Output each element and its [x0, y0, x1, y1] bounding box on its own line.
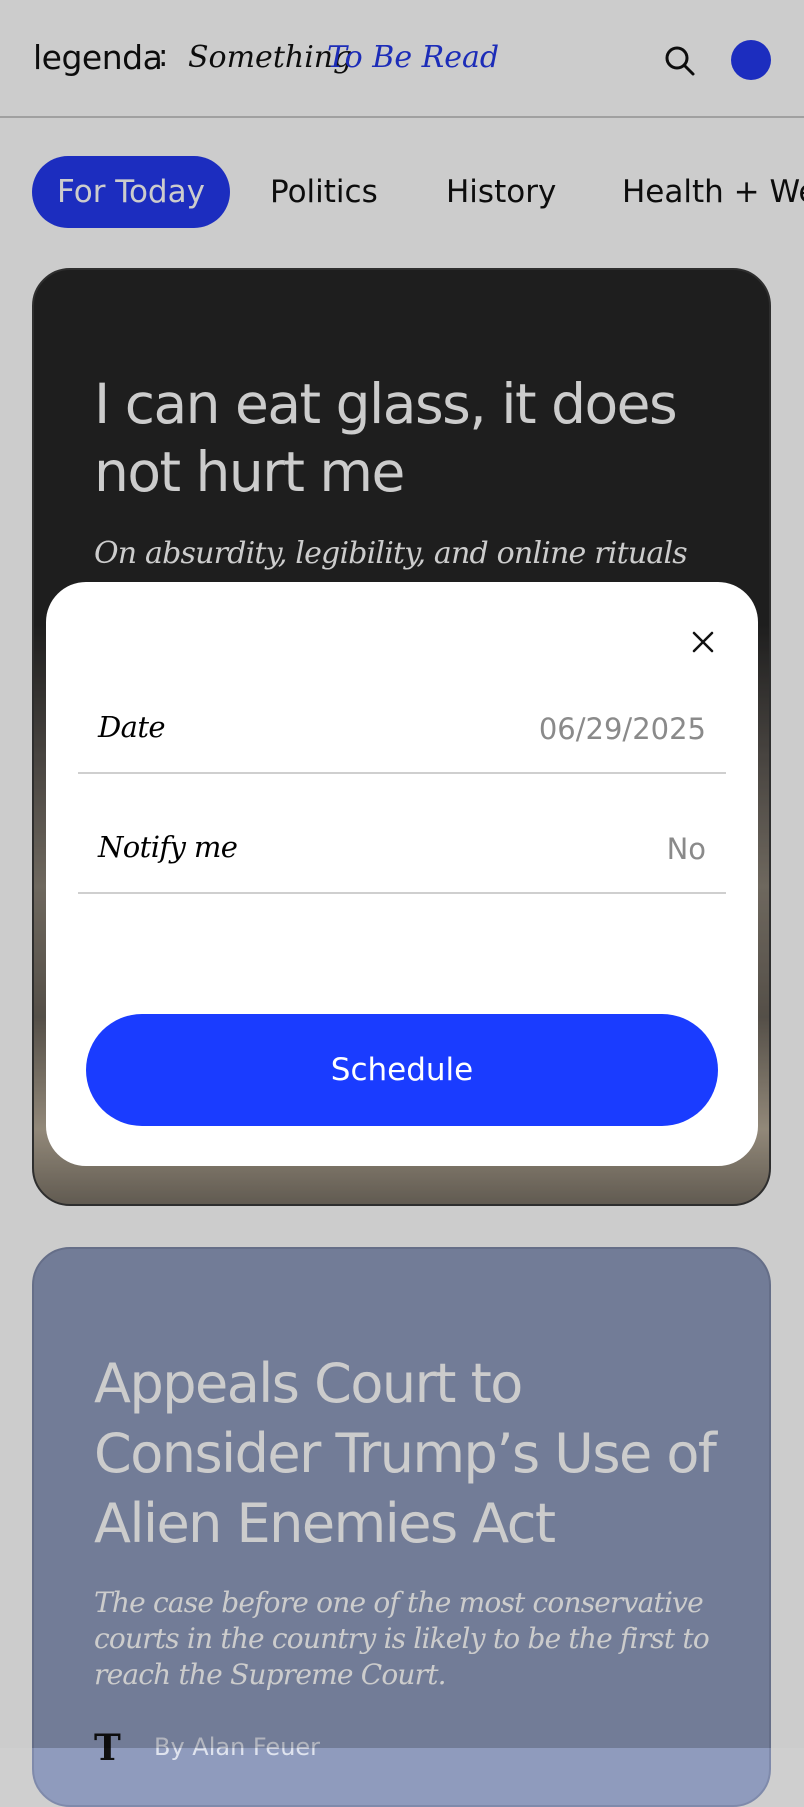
notify-value[interactable]: No	[667, 832, 706, 866]
schedule-dialog: Date 06/29/2025 Notify me No Schedule	[46, 582, 758, 1166]
date-field[interactable]: Date 06/29/2025	[78, 688, 726, 774]
notify-label: Notify me	[98, 830, 238, 864]
schedule-button[interactable]: Schedule	[86, 1014, 718, 1126]
notify-field[interactable]: Notify me No	[78, 808, 726, 894]
close-icon[interactable]	[685, 624, 721, 660]
date-label: Date	[98, 710, 166, 744]
date-value[interactable]: 06/29/2025	[539, 712, 706, 746]
